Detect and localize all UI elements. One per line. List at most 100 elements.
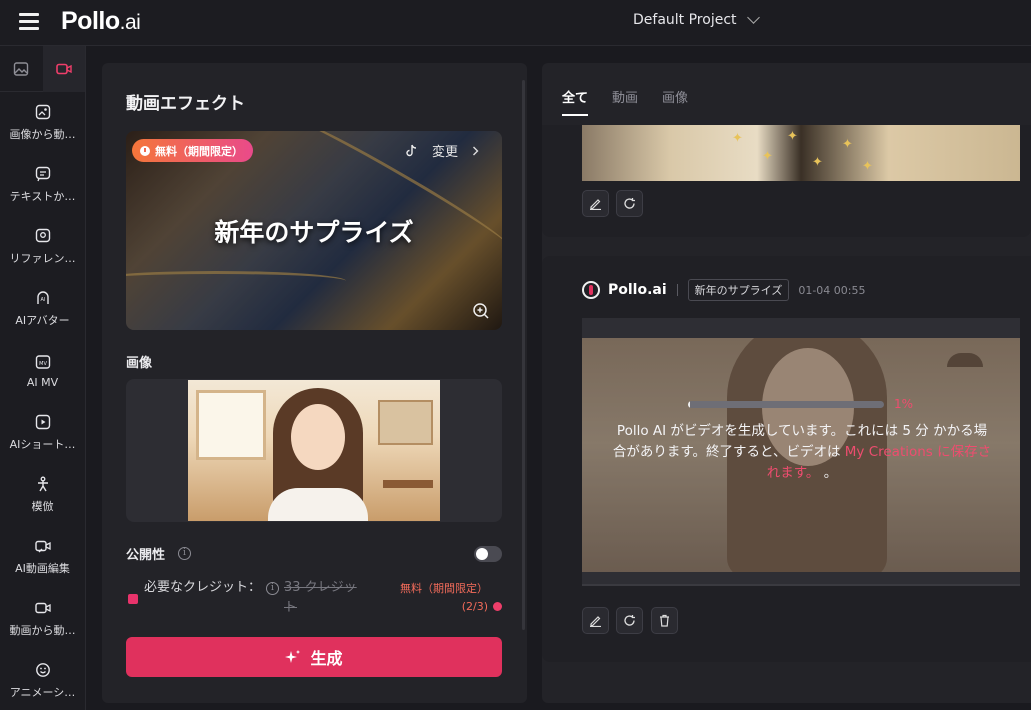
video-icon bbox=[55, 63, 72, 75]
info-icon[interactable]: i bbox=[266, 582, 279, 595]
coin-stack-icon bbox=[128, 594, 138, 604]
sidebar-item-label: 画像から動… bbox=[9, 128, 76, 141]
uploaded-image bbox=[188, 380, 440, 521]
previous-creation-thumbnail[interactable]: ✦ ✦ ✦ ✦ ✦ ✦ bbox=[582, 125, 1020, 181]
refresh-icon bbox=[624, 615, 635, 626]
creations-panel: 全て 動画 画像 ✦ ✦ ✦ ✦ ✦ ✦ Pollo.ai 新年のサプライズ 0… bbox=[542, 63, 1031, 703]
uploaded-image-area[interactable] bbox=[126, 379, 502, 522]
creation-filter-tabs: 全て 動画 画像 bbox=[562, 87, 688, 116]
credit-label: 必要なクレジット： bbox=[144, 580, 262, 595]
sidebar-item-ai-avatar[interactable]: AI AIアバター bbox=[0, 278, 85, 340]
sidebar-item-label: AIショート… bbox=[9, 438, 76, 451]
sidebar-item-text-to-video[interactable]: テキストか… bbox=[0, 154, 85, 216]
sidebar-item-animation[interactable]: アニメーシ… bbox=[0, 650, 85, 710]
edit-button[interactable] bbox=[582, 607, 609, 634]
reference-icon bbox=[35, 228, 50, 243]
visibility-row: 公開性 i bbox=[126, 544, 502, 564]
animation-icon bbox=[35, 663, 50, 677]
video-effect-panel: 動画エフェクト 無料（期間限定） 変更 新年のサプライズ 画像 公開性 i 必要… bbox=[102, 63, 527, 703]
delete-button[interactable] bbox=[651, 607, 678, 634]
visibility-toggle[interactable] bbox=[474, 546, 502, 562]
sidebar-item-label: AI動画編集 bbox=[15, 562, 70, 575]
edit-button[interactable] bbox=[582, 190, 609, 217]
change-label: 変更 bbox=[432, 145, 459, 160]
sidebar-item-label: リファレン… bbox=[9, 252, 76, 265]
free-badge-label: 無料（期間限定） bbox=[155, 144, 243, 158]
sidebar-item-label: アニメーシ… bbox=[9, 686, 76, 699]
sidebar-item-video-to-video[interactable]: 動画から動… bbox=[0, 588, 85, 650]
ai-video-edit-icon bbox=[34, 540, 51, 553]
svg-text:MV: MV bbox=[39, 361, 47, 367]
sidebar-mode-tabs bbox=[0, 46, 85, 92]
ai-mv-icon: MV bbox=[35, 354, 50, 369]
effect-preview-card[interactable]: 無料（期間限定） 変更 新年のサプライズ bbox=[126, 131, 502, 330]
generation-preview: 1% Pollo AI がビデオを生成しています。これには 5 分 かかる場合が… bbox=[582, 318, 1020, 584]
trash-icon bbox=[660, 614, 669, 627]
pollo-logo[interactable]: Pollo.ai bbox=[61, 7, 141, 36]
sidebar-item-label: 模倣 bbox=[31, 500, 54, 513]
progress-bar bbox=[688, 401, 884, 408]
sparkle-icon bbox=[285, 650, 301, 663]
alarm-icon bbox=[493, 602, 502, 611]
free-credit-status: 無料（期間限定）(2/3) bbox=[400, 582, 488, 613]
effect-name: 新年のサプライズ bbox=[214, 218, 414, 247]
edit-icon bbox=[590, 616, 601, 627]
brand-name: Pollo.ai bbox=[608, 282, 667, 298]
project-name: Default Project bbox=[633, 12, 737, 28]
sidebar-item-reference[interactable]: リファレン… bbox=[0, 216, 85, 278]
image-icon bbox=[14, 62, 29, 76]
tab-image[interactable]: 画像 bbox=[662, 87, 688, 116]
sidebar-item-image-to-video[interactable]: 画像から動… bbox=[0, 92, 85, 154]
chevron-down-icon bbox=[746, 11, 760, 24]
zoom-in-icon[interactable] bbox=[472, 302, 490, 320]
change-effect-button[interactable]: 変更 bbox=[406, 141, 479, 160]
generate-label: 生成 bbox=[310, 649, 343, 668]
top-bar: Pollo.ai Default Project bbox=[0, 0, 1031, 46]
svg-text:AI: AI bbox=[40, 297, 45, 303]
tab-video[interactable]: 動画 bbox=[612, 87, 638, 116]
sidebar: 画像から動… テキストか… リファレン… AI AIアバター MV AI MV … bbox=[0, 46, 86, 710]
image-section-label: 画像 bbox=[126, 356, 153, 371]
visibility-label: 公開性 bbox=[126, 548, 166, 563]
generate-button[interactable]: 生成 bbox=[126, 637, 502, 677]
sidebar-item-ai-video-edit[interactable]: AI動画編集 bbox=[0, 526, 85, 588]
preview-scrollbar[interactable] bbox=[582, 584, 1020, 586]
pollo-logo-icon bbox=[582, 281, 600, 299]
timestamp: 01-04 00:55 bbox=[798, 283, 866, 297]
progress-fill bbox=[688, 401, 690, 408]
project-selector[interactable]: Default Project bbox=[633, 11, 760, 28]
left-panel-scrollbar[interactable] bbox=[522, 80, 525, 630]
sidebar-item-imitate[interactable]: 模倣 bbox=[0, 464, 85, 526]
previous-creation-card: ✦ ✦ ✦ ✦ ✦ ✦ bbox=[542, 125, 1031, 237]
imitate-icon bbox=[37, 476, 48, 492]
regenerate-button[interactable] bbox=[616, 607, 643, 634]
message-end: 。 bbox=[819, 465, 838, 481]
tab-all[interactable]: 全て bbox=[562, 87, 589, 116]
tab-video-mode[interactable] bbox=[42, 46, 85, 92]
progress-percent: 1% bbox=[894, 397, 914, 411]
regenerate-button[interactable] bbox=[616, 190, 643, 217]
sidebar-item-label: AIアバター bbox=[15, 314, 70, 327]
page-title: 動画エフェクト bbox=[126, 94, 245, 114]
video-to-video-icon bbox=[34, 602, 51, 614]
sidebar-item-label: AI MV bbox=[26, 375, 59, 389]
credit-row: 必要なクレジット： i 33 クレジット 無料（期間限定）(2/3) bbox=[126, 578, 502, 618]
tab-image-mode[interactable] bbox=[0, 46, 43, 92]
ai-avatar-icon: AI bbox=[36, 291, 49, 304]
effect-tag: 新年のサプライズ bbox=[687, 279, 790, 301]
menu-icon[interactable] bbox=[19, 13, 39, 31]
current-creation-card: Pollo.ai 新年のサプライズ 01-04 00:55 1% Pollo A… bbox=[542, 256, 1031, 662]
original-credit-cost: 33 クレジット bbox=[284, 580, 357, 615]
text-to-video-icon bbox=[35, 166, 50, 182]
image-to-video-icon bbox=[35, 104, 50, 120]
sidebar-item-label: テキストか… bbox=[9, 190, 76, 203]
sidebar-item-label: 動画から動… bbox=[9, 624, 76, 637]
separator bbox=[676, 284, 678, 296]
info-icon[interactable]: i bbox=[178, 547, 191, 560]
free-badge: 無料（期間限定） bbox=[132, 139, 253, 162]
clock-icon bbox=[140, 145, 150, 156]
tiktok-icon bbox=[406, 144, 417, 157]
edit-icon bbox=[590, 199, 601, 210]
sidebar-item-ai-short[interactable]: AIショート… bbox=[0, 402, 85, 464]
sidebar-item-ai-mv[interactable]: MV AI MV bbox=[0, 340, 85, 402]
